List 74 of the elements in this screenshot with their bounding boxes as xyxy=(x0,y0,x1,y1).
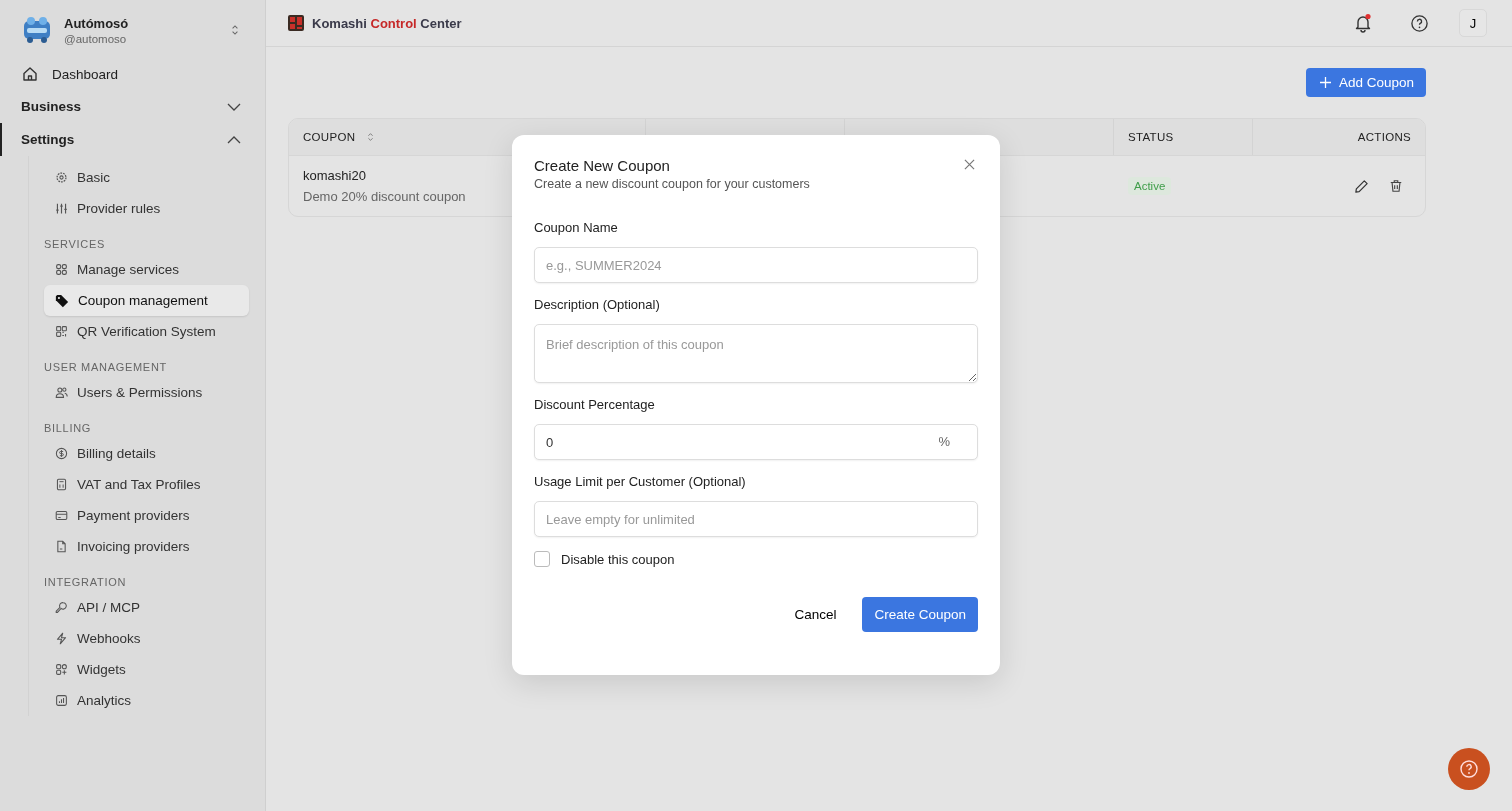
credit-card-icon xyxy=(55,509,68,522)
nav-item[interactable]: Billing details xyxy=(44,438,249,469)
organization-handle: @automoso xyxy=(64,32,128,45)
nav-item[interactable]: Invoicing providers xyxy=(44,531,249,562)
chart-icon xyxy=(55,694,68,707)
text-field[interactable]: e.g., SUMMER2024 xyxy=(534,247,978,283)
nav-item[interactable]: Webhooks xyxy=(44,623,249,654)
section-heading: BILLING xyxy=(44,421,93,436)
status-badge: Active xyxy=(1128,177,1172,195)
calculator-icon xyxy=(55,478,68,491)
nav-item[interactable]: Manage services xyxy=(44,254,249,285)
logo-icon xyxy=(22,15,52,45)
close-icon[interactable] xyxy=(964,159,975,170)
nav-link[interactable]: Dashboard xyxy=(0,58,249,90)
help-icon xyxy=(1459,759,1479,779)
section-heading: INTEGRATION xyxy=(44,575,128,590)
checkbox[interactable] xyxy=(534,551,550,567)
nav-item[interactable]: VAT and Tax Profiles xyxy=(44,469,249,500)
dialog-subtitle: Create a new discount coupon for your customers xyxy=(534,177,810,191)
nav-item[interactable]: QR Verification System xyxy=(44,316,249,347)
help-icon xyxy=(1409,13,1429,33)
nav-item[interactable]: Users & Permissions xyxy=(44,377,249,408)
description-field[interactable]: Brief description of this coupon xyxy=(534,324,978,383)
logo-icon xyxy=(288,15,304,31)
qr-code-icon xyxy=(55,325,68,338)
document-icon xyxy=(55,540,68,553)
widgets-icon xyxy=(55,663,68,676)
sort-icon[interactable] xyxy=(367,132,375,142)
nav-item[interactable]: Analytics xyxy=(44,685,249,716)
lightning-icon xyxy=(55,632,68,645)
chevron-up-icon xyxy=(227,135,241,144)
nav-item[interactable]: Payment providers xyxy=(44,500,249,531)
bell-icon xyxy=(1353,13,1373,33)
delete-icon[interactable] xyxy=(1389,179,1403,193)
chevrons-icon[interactable] xyxy=(231,24,239,36)
create-coupon-button[interactable]: Create Coupon xyxy=(862,597,978,632)
users-icon xyxy=(55,386,68,399)
column-header: ACTIONS xyxy=(1356,130,1412,145)
nav-group[interactable]: Business xyxy=(0,90,249,123)
plus-icon xyxy=(1319,77,1331,88)
coupon-name: komashi20 xyxy=(303,168,366,183)
grid-icon xyxy=(55,263,68,276)
section-heading: SERVICES xyxy=(44,237,107,252)
column-header: STATUS xyxy=(1114,119,1253,155)
nav-item[interactable]: Widgets xyxy=(44,654,249,685)
key-icon xyxy=(55,601,68,614)
field-label: Discount Percentage xyxy=(534,397,656,412)
field-label: Coupon Name xyxy=(534,220,619,235)
user-avatar[interactable]: J xyxy=(1459,9,1487,37)
nav-item[interactable]: Provider rules xyxy=(44,193,249,224)
add-coupon-button[interactable]: Add Coupon xyxy=(1305,68,1426,97)
edit-icon[interactable] xyxy=(1354,178,1369,194)
nav-group[interactable]: Settings xyxy=(0,123,249,156)
nav-item[interactable]: API / MCP xyxy=(44,592,249,623)
home-icon xyxy=(22,66,38,82)
field-label: Usage Limit per Customer (Optional) xyxy=(534,474,747,489)
dialog-title: Create New Coupon xyxy=(534,157,671,174)
section-heading: USER MANAGEMENT xyxy=(44,360,168,375)
coupon-description: Demo 20% discount coupon xyxy=(303,189,466,204)
checkbox-label: Disable this coupon xyxy=(561,551,675,567)
organization-name: Autómosó xyxy=(64,15,130,31)
app-title: Komashi Control Center xyxy=(312,15,462,31)
sliders-icon xyxy=(55,202,68,215)
help-button[interactable] xyxy=(1448,748,1490,790)
nav-item[interactable]: Basic xyxy=(44,162,249,193)
cancel-button[interactable]: Cancel xyxy=(784,599,847,630)
gear-icon xyxy=(55,171,68,184)
nav-item[interactable]: Coupon management xyxy=(44,285,249,316)
chevron-down-icon xyxy=(227,102,241,111)
percent-sign: % xyxy=(938,434,950,449)
tag-icon xyxy=(55,293,69,308)
field-label: Description (Optional) xyxy=(534,297,661,312)
dollar-icon xyxy=(55,447,68,460)
text-field[interactable]: Leave empty for unlimited xyxy=(534,501,978,537)
